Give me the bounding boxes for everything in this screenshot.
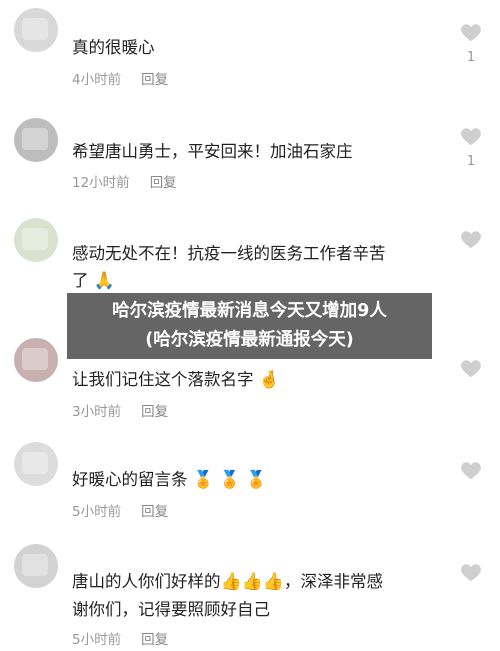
reply-button[interactable]: 回复 — [141, 628, 168, 648]
comment-text-line: 好暖心的留言条 — [72, 470, 188, 489]
comment-text-line: ，深泽非常感 — [284, 572, 384, 591]
heart-icon — [461, 128, 481, 146]
thumbs-up-emoji-icon: 👍👍👍 — [220, 572, 285, 592]
reply-button[interactable]: 回复 — [141, 500, 168, 520]
comment-time: 5小时前 — [72, 504, 122, 520]
like-button[interactable] — [456, 358, 486, 378]
like-button[interactable] — [456, 460, 486, 480]
comment-text: 唐山的人你们好样的👍👍👍，深泽非常感 谢你们，记得要照顾好自己 — [72, 568, 417, 623]
reply-button[interactable]: 回复 — [141, 400, 168, 420]
comment-time: 5小时前 — [72, 632, 122, 648]
banner-subtitle: (哈尔滨疫情最新通报今天) — [145, 330, 354, 350]
reply-button[interactable]: 回复 — [150, 171, 177, 191]
heart-icon — [461, 564, 481, 582]
banner-title: 哈尔滨疫情最新消息今天又增加9人 — [112, 301, 387, 321]
comment-meta: 5小时前 回复 — [72, 628, 168, 648]
like-button[interactable] — [456, 229, 486, 249]
comment-meta: 5小时前 回复 — [72, 500, 168, 520]
heart-icon — [461, 462, 481, 480]
comment-text: 让我们记住这个落款名字 🤞 — [72, 366, 417, 394]
comment-text-line: 让我们记住这个落款名字 — [72, 370, 254, 389]
avatar[interactable] — [14, 218, 58, 262]
heart-icon — [461, 360, 481, 378]
comment-meta: 4小时前 回复 — [72, 68, 168, 88]
comment-time: 4小时前 — [72, 72, 122, 88]
like-button[interactable]: 1 — [456, 22, 486, 65]
avatar[interactable] — [14, 8, 58, 52]
reply-button[interactable]: 回复 — [141, 68, 168, 88]
comment-text-line: 谢你们，记得要照顾好自己 — [72, 600, 270, 619]
comment-text-line: 了 — [72, 271, 89, 290]
comment-time: 3小时前 — [72, 404, 122, 420]
avatar[interactable] — [14, 338, 58, 382]
avatar[interactable] — [14, 118, 58, 162]
comment-text: 真的很暖心 — [72, 38, 155, 57]
comment-text-line: 感动无处不在！抗疫一线的医务工作者辛苦 — [72, 244, 386, 263]
fingers-crossed-emoji-icon: 🤞 — [258, 370, 280, 390]
heart-icon — [461, 231, 481, 249]
heart-icon — [461, 24, 481, 42]
comment-time: 12小时前 — [72, 175, 130, 191]
avatar[interactable] — [14, 544, 58, 588]
comment-text: 希望唐山勇士，平安回来！加油石家庄 — [72, 142, 353, 161]
avatar[interactable] — [14, 442, 58, 486]
medal-emoji-icon: 🏅 🏅 🏅 — [192, 470, 268, 490]
comment-text: 好暖心的留言条 🏅 🏅 🏅 — [72, 466, 417, 494]
comment-text: 感动无处不在！抗疫一线的医务工作者辛苦 了 🙏 — [72, 240, 417, 295]
pray-emoji-icon: 🙏 — [93, 271, 115, 291]
like-button[interactable] — [456, 562, 486, 582]
comment-text-line: 唐山的人你们好样的 — [72, 572, 221, 591]
comment-meta: 12小时前 回复 — [72, 171, 177, 191]
like-count: 1 — [466, 154, 476, 169]
like-count: 1 — [466, 50, 476, 65]
like-button[interactable]: 1 — [456, 126, 486, 169]
comment-meta: 3小时前 回复 — [72, 400, 168, 420]
title-overlay-banner: 哈尔滨疫情最新消息今天又增加9人 (哈尔滨疫情最新通报今天) — [67, 293, 432, 359]
